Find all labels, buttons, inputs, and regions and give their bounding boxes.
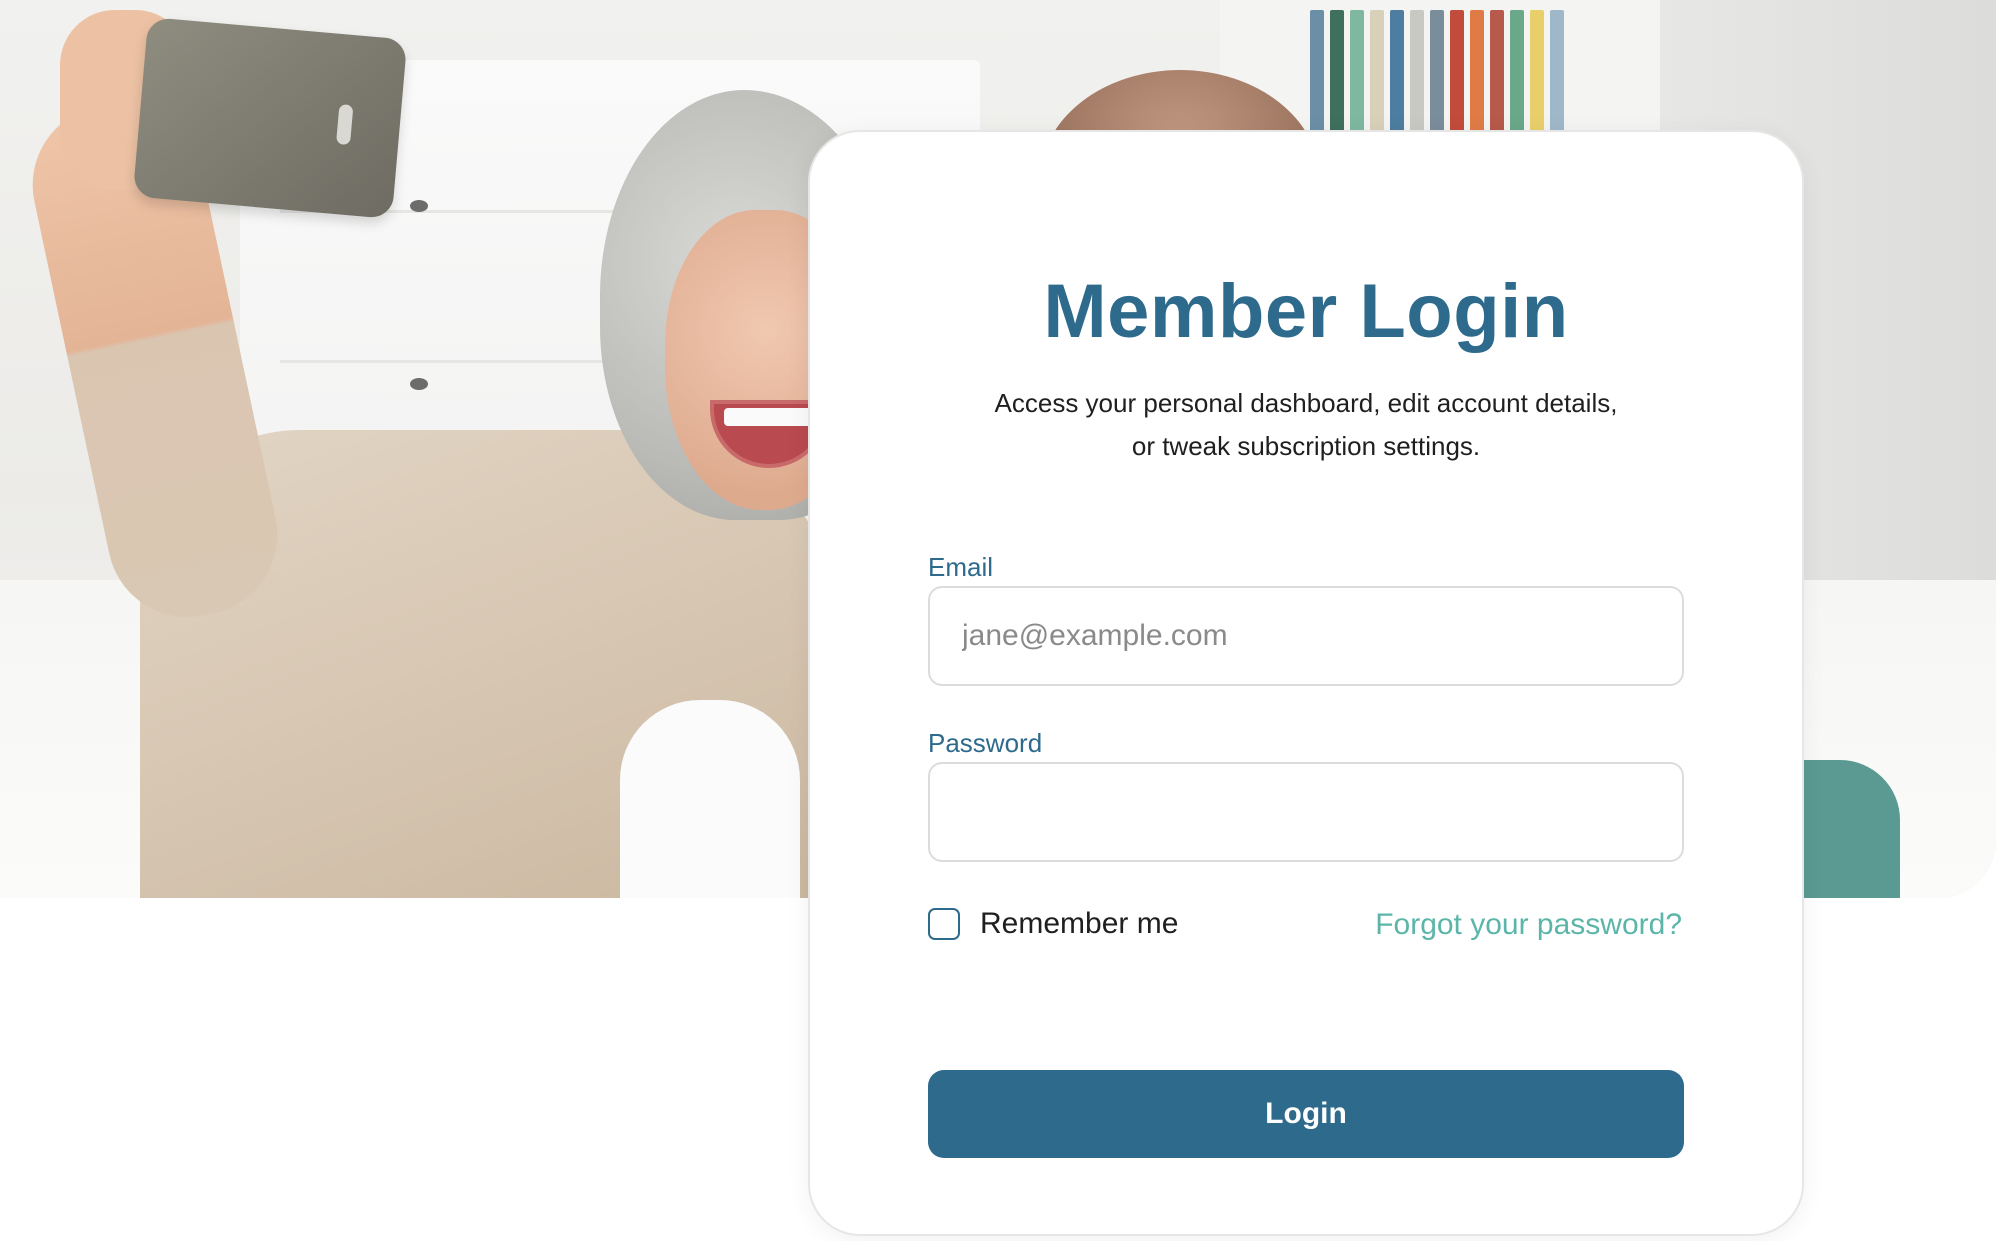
password-field[interactable] bbox=[928, 762, 1684, 862]
email-field[interactable] bbox=[928, 586, 1684, 686]
remember-me-label: Remember me bbox=[980, 907, 1179, 940]
remember-me-checkbox[interactable] bbox=[928, 908, 960, 940]
hero-book bbox=[1330, 10, 1344, 135]
hero-book bbox=[1370, 10, 1384, 135]
hero-drawer-knob bbox=[410, 378, 428, 390]
login-subtitle: Access your personal dashboard, edit acc… bbox=[994, 388, 1618, 461]
password-label: Password bbox=[928, 728, 1043, 758]
login-card: Member Login Access your personal dashbo… bbox=[808, 130, 1804, 1236]
hero-drawer-knob bbox=[410, 200, 428, 212]
login-page: Member Login Access your personal dashbo… bbox=[0, 0, 1996, 1241]
hero-book bbox=[1550, 10, 1564, 135]
hero-book bbox=[1470, 10, 1484, 135]
hero-book bbox=[1350, 10, 1364, 135]
hero-book bbox=[1530, 10, 1544, 135]
hero-book bbox=[1310, 10, 1324, 135]
hero-book bbox=[1510, 10, 1524, 135]
remember-me-control[interactable]: Remember me bbox=[928, 908, 1178, 940]
page-title: Member Login bbox=[1043, 269, 1569, 354]
email-label: Email bbox=[928, 552, 994, 582]
forgot-password-link[interactable]: Forgot your password? bbox=[1375, 910, 1682, 940]
hero-book bbox=[1430, 10, 1444, 135]
phone-icon bbox=[132, 17, 408, 219]
hero-book bbox=[1490, 10, 1504, 135]
hero-woman-shirt bbox=[620, 700, 800, 898]
hero-book bbox=[1390, 10, 1404, 135]
hero-book bbox=[1450, 10, 1464, 135]
hero-book bbox=[1410, 10, 1424, 135]
login-button[interactable]: Login bbox=[928, 1070, 1684, 1158]
